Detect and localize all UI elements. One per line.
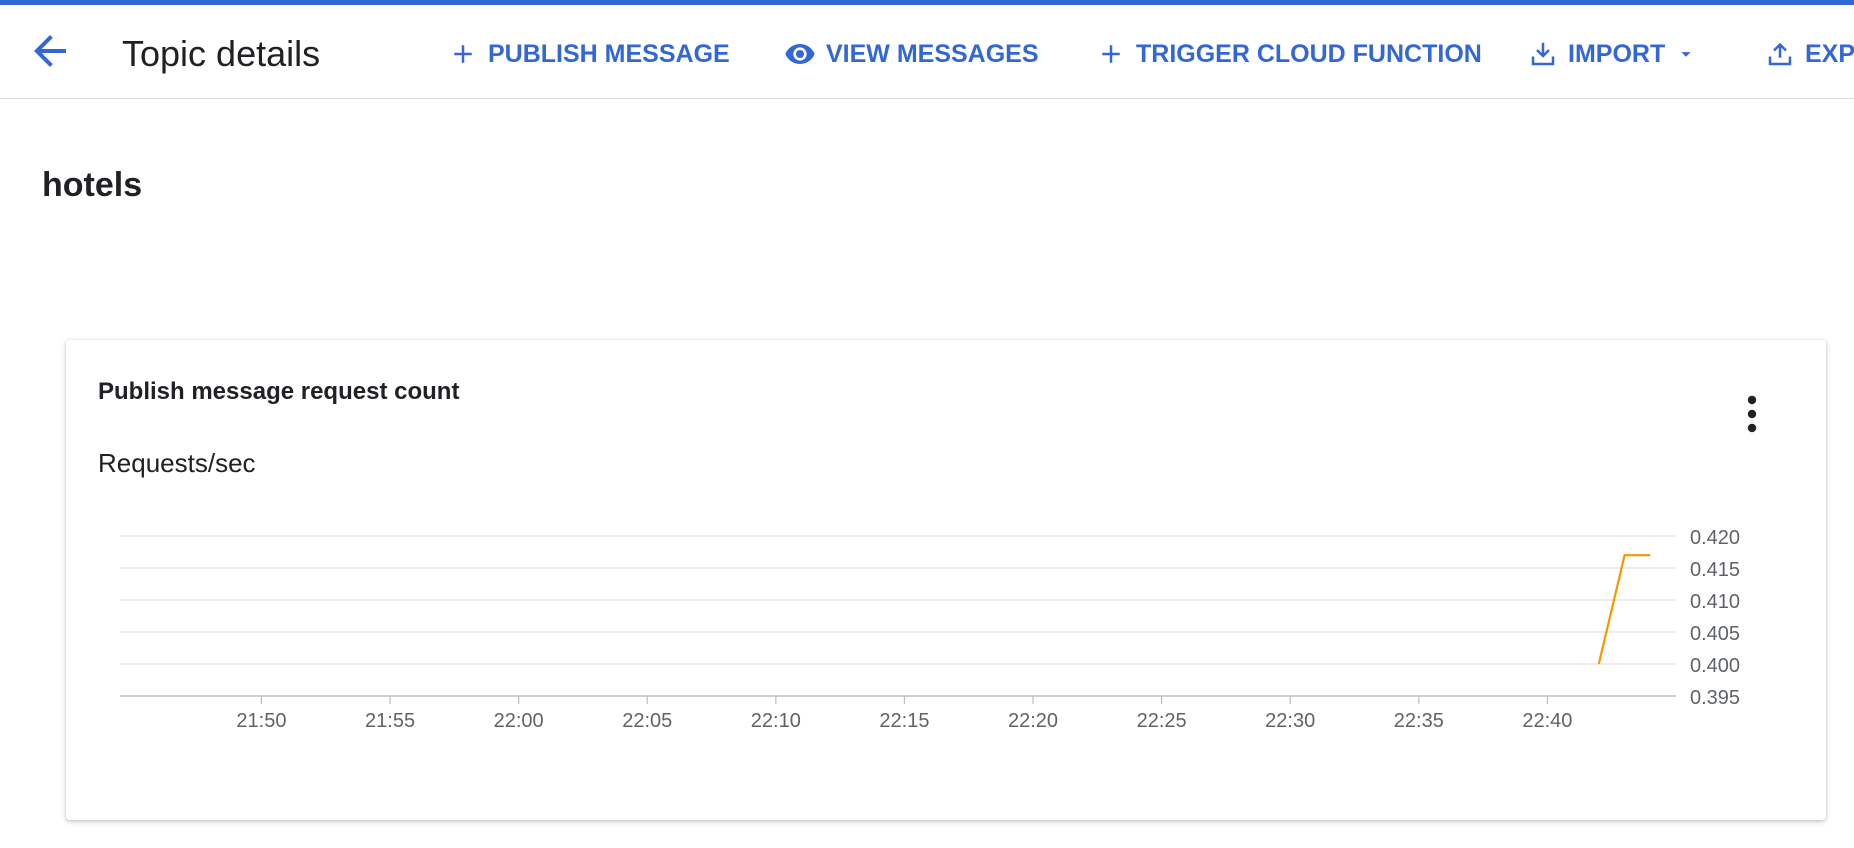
plus-icon — [1102, 45, 1120, 63]
page-title: Topic details — [122, 33, 321, 74]
x-tick-label: 22:35 — [1394, 710, 1444, 732]
arrow-back-icon — [34, 35, 66, 67]
upload-icon — [1768, 42, 1792, 66]
y-tick-label: 0.395 — [1690, 687, 1740, 709]
eye-icon — [785, 44, 815, 64]
caret-down-icon — [1681, 52, 1691, 57]
export-button[interactable]: EXPO — [1765, 31, 1854, 77]
y-tick-label: 0.415 — [1690, 559, 1740, 581]
y-tick-label: 0.420 — [1690, 527, 1740, 549]
view-messages-label: VIEW MESSAGES — [826, 39, 1039, 68]
import-button[interactable]: IMPORT — [1528, 31, 1697, 77]
x-tick-label: 22:15 — [879, 710, 929, 732]
x-tick-label: 22:25 — [1137, 710, 1187, 732]
x-tick-label: 22:10 — [751, 710, 801, 732]
x-tick-label: 21:50 — [236, 710, 286, 732]
x-tick-label: 21:55 — [365, 710, 415, 732]
x-tick-label: 22:20 — [1008, 710, 1058, 732]
publish-message-label: PUBLISH MESSAGE — [488, 39, 730, 68]
x-tick-label: 22:30 — [1265, 710, 1315, 732]
plus-icon — [454, 45, 472, 63]
trigger-cloud-function-button[interactable]: TRIGGER CLOUD FUNCTION — [1096, 31, 1482, 77]
import-label: IMPORT — [1568, 39, 1666, 68]
view-messages-button[interactable]: VIEW MESSAGES — [784, 31, 1039, 77]
topic-toolbar: Topic details PUBLISH MESSAGE VIEW MESSA… — [0, 5, 1854, 99]
x-tick-label: 22:40 — [1522, 710, 1572, 732]
request-count-chart: 0.420 0.415 0.410 0.405 0.400 0.395 21:50 21:55… — [120, 527, 1740, 732]
x-tick-label: 22:00 — [494, 710, 544, 732]
y-tick-label: 0.410 — [1690, 591, 1740, 613]
publish-message-button[interactable]: PUBLISH MESSAGE — [448, 31, 730, 77]
metrics-card: Publish message request count Requests/s… — [66, 340, 1826, 820]
series-line — [1597, 554, 1651, 665]
back-button[interactable] — [26, 27, 74, 75]
trigger-cloud-function-label: TRIGGER CLOUD FUNCTION — [1136, 39, 1482, 68]
topic-name: hotels — [42, 166, 143, 204]
export-label: EXPO — [1805, 39, 1854, 68]
download-icon — [1531, 42, 1555, 66]
y-tick-label: 0.405 — [1690, 623, 1740, 645]
y-tick-label: 0.400 — [1690, 655, 1740, 677]
x-tick-label: 22:05 — [622, 710, 672, 732]
